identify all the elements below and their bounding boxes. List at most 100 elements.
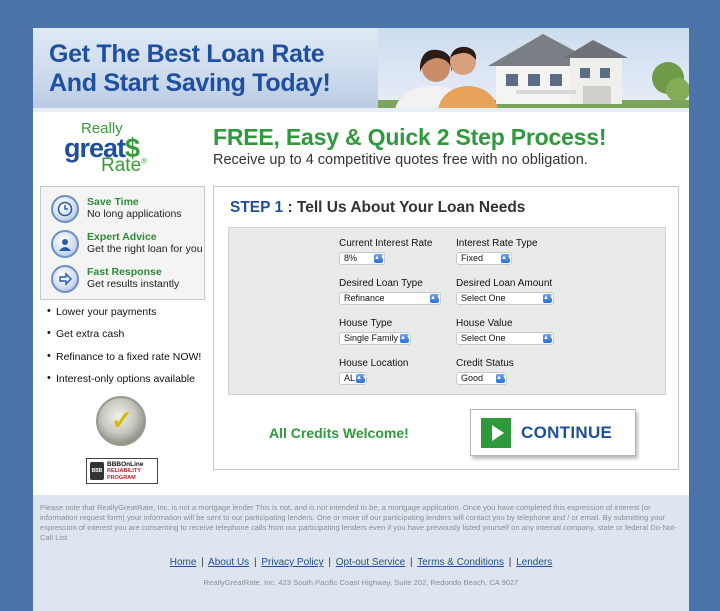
house-location-field: House Location AL ▲▼	[339, 358, 409, 385]
step-separator: :	[283, 199, 297, 216]
advisor-icon	[51, 230, 79, 258]
select-value: Fixed	[461, 253, 484, 263]
bbb-torch-icon: BBB	[90, 462, 104, 480]
play-arrow-icon	[481, 417, 511, 448]
benefit-fast-response: Fast Response Get results instantly	[49, 265, 204, 297]
tagline-title: FREE, Easy & Quick 2 Step Process!	[213, 124, 607, 150]
arrow-right-icon	[51, 265, 79, 293]
logo-text-rate-word: Rate	[101, 155, 142, 176]
footer: Please note that ReallyGreatRate, Inc. i…	[33, 495, 689, 611]
credit-status-select[interactable]: Good ▲▼	[456, 372, 508, 385]
clock-icon	[51, 195, 79, 223]
rate-type-select[interactable]: Fixed ▲▼	[456, 252, 513, 265]
bbb-line1: BBBOnLine	[107, 460, 144, 468]
brand-logo[interactable]: Really great$ Rate®	[59, 120, 169, 176]
loan-form: STEP 1 : Tell Us About Your Loan Needs C…	[213, 186, 679, 470]
list-item: Interest-only options available	[47, 372, 207, 395]
tagline-subtitle: Receive up to 4 competitive quotes free …	[213, 152, 588, 168]
header-banner: Get The Best Loan Rate And Start Saving …	[33, 28, 689, 112]
benefit-subtitle: Get the right loan for you	[87, 243, 203, 255]
list-item: Refinance to a fixed rate NOW!	[47, 350, 207, 373]
loan-amount-field: Desired Loan Amount Select One ▲▼	[456, 278, 555, 305]
credits-welcome-text: All Credits Welcome!	[269, 425, 409, 441]
rate-type-field: Interest Rate Type Fixed ▲▼	[456, 238, 538, 265]
field-label: Current Interest Rate	[339, 238, 433, 249]
loan-type-field: Desired Loan Type Refinance ▲▼	[339, 278, 442, 305]
bbb-line3: PROGRAM	[107, 474, 136, 481]
benefit-save-time: Save Time No long applications	[49, 195, 204, 227]
select-value: 8%	[344, 253, 358, 263]
form-fields-panel: Current Interest Rate 8% ▲▼ Interest Rate…	[228, 227, 666, 395]
field-label: Desired Loan Type	[339, 278, 423, 289]
couple-and-house-photo	[378, 28, 689, 108]
select-value: Good	[461, 373, 484, 383]
select-arrow-icon: ▲▼	[501, 254, 513, 263]
select-arrow-icon: ▲▼	[374, 254, 386, 263]
tagline: FREE, Easy & Quick 2 Step Process! Recei…	[213, 123, 673, 169]
select-value: Select One	[461, 333, 506, 343]
bbb-line2: RELIABILITY	[107, 467, 141, 474]
checkmark-icon: ✓	[111, 405, 133, 435]
logo-text-rate: Rate®	[101, 155, 147, 177]
link-separator: |	[201, 557, 204, 568]
footer-link-privacy-policy[interactable]: Privacy Policy	[261, 557, 323, 568]
select-value: Refinance	[344, 293, 385, 303]
select-arrow-icon: ▲▼	[356, 374, 368, 383]
house-location-select[interactable]: AL ▲▼	[339, 372, 368, 385]
banner-headline: Get The Best Loan Rate And Start Saving …	[49, 40, 369, 98]
field-label: Desired Loan Amount	[456, 278, 553, 289]
loan-type-select[interactable]: Refinance ▲▼	[339, 292, 442, 305]
footer-link-lenders[interactable]: Lenders	[516, 557, 552, 568]
legal-disclaimer: Please note that ReallyGreatRate, Inc. i…	[40, 503, 677, 542]
security-seal-icon[interactable]: ✓	[96, 396, 146, 446]
select-arrow-icon: ▲▼	[400, 334, 412, 343]
footer-link-opt-out[interactable]: Opt-out Service	[336, 557, 405, 568]
benefits-box: Save Time No long applications Expert Ad…	[40, 186, 205, 300]
link-separator: |	[508, 557, 512, 568]
house-value-field: House Value Select One ▲▼	[456, 318, 555, 345]
benefit-title: Expert Advice	[87, 231, 157, 243]
bbb-reliability-badge[interactable]: BBB BBBOnLine RELIABILITY PROGRAM	[86, 458, 158, 484]
benefit-subtitle: Get results instantly	[87, 278, 180, 290]
house-type-select[interactable]: Single Family ▲▼	[339, 332, 412, 345]
step-title: STEP 1 : Tell Us About Your Loan Needs	[230, 199, 525, 217]
select-arrow-icon: ▲▼	[430, 294, 442, 303]
current-rate-select[interactable]: 8% ▲▼	[339, 252, 386, 265]
link-separator: |	[410, 557, 413, 568]
benefit-expert-advice: Expert Advice Get the right loan for you	[49, 230, 204, 262]
select-arrow-icon: ▲▼	[543, 294, 555, 303]
select-value: Single Family	[344, 333, 399, 343]
banner-headline-line1: Get The Best Loan Rate	[49, 40, 325, 68]
current-rate-field: Current Interest Rate 8% ▲▼	[339, 238, 432, 265]
footer-links: Home | About Us | Privacy Policy | Opt-o…	[33, 557, 689, 568]
field-label: House Location	[339, 358, 409, 369]
credit-status-field: Credit Status Good ▲▼	[456, 358, 514, 385]
link-separator: |	[253, 557, 257, 568]
field-label: Credit Status	[456, 358, 514, 369]
field-label: Interest Rate Type	[456, 238, 538, 249]
select-arrow-icon: ▲▼	[496, 374, 508, 383]
continue-button[interactable]: CONTINUE	[470, 409, 636, 456]
select-value: Select One	[461, 293, 506, 303]
footer-link-home[interactable]: Home	[170, 557, 197, 568]
banner-headline-line2: And Start Saving Today!	[49, 69, 331, 97]
company-address: ReallyGreatRate, Inc. 423 South Pacific …	[203, 578, 519, 587]
step-number: STEP 1	[230, 199, 284, 216]
select-value: AL	[344, 373, 356, 383]
list-item: Get extra cash	[47, 327, 207, 350]
link-separator: |	[328, 557, 331, 568]
field-label: House Value	[456, 318, 513, 329]
registered-mark: ®	[141, 156, 148, 166]
loan-amount-select[interactable]: Select One ▲▼	[456, 292, 555, 305]
continue-button-label: CONTINUE	[521, 422, 613, 442]
footer-link-terms[interactable]: Terms & Conditions	[417, 557, 504, 568]
house-value-select[interactable]: Select One ▲▼	[456, 332, 555, 345]
house-type-field: House Type Single Family ▲▼	[339, 318, 412, 345]
benefit-title: Fast Response	[87, 266, 162, 278]
select-arrow-icon: ▲▼	[543, 334, 555, 343]
bbb-text: BBBOnLine RELIABILITY PROGRAM	[107, 461, 143, 482]
benefit-title: Save Time	[87, 196, 139, 208]
footer-link-about-us[interactable]: About Us	[208, 557, 249, 568]
field-label: House Type	[339, 318, 393, 329]
step-heading: Tell Us About Your Loan Needs	[296, 199, 526, 216]
